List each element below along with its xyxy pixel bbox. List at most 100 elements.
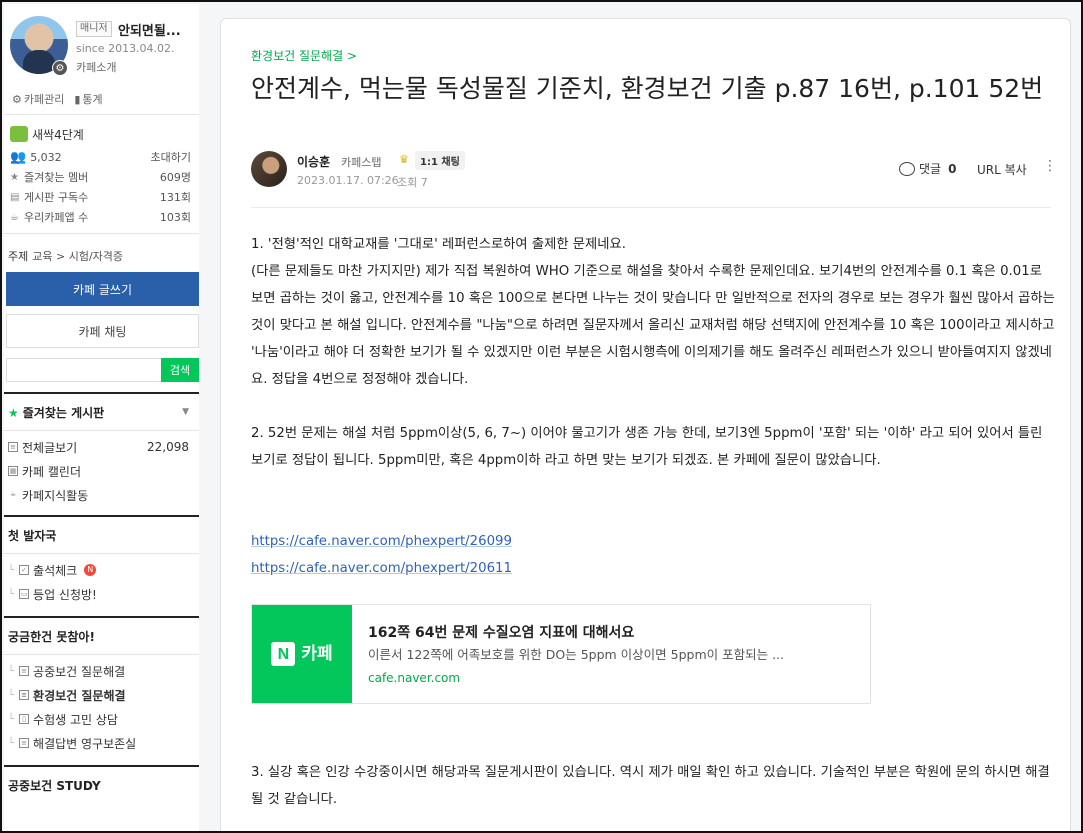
comment-button[interactable]: 댓글 0 xyxy=(899,160,956,177)
paragraph: 2. 52번 문제는 해설 처럼 5ppm이상(5, 6, 7~) 이어야 물고… xyxy=(251,426,1043,468)
one-to-one-chat-button[interactable]: 1:1 채팅 xyxy=(415,151,465,170)
board-breadcrumb[interactable]: 환경보건 질문해결 > xyxy=(251,47,357,64)
list-icon: ≡ xyxy=(19,666,30,676)
admin-row: ⚙ 카페관리 ▮ 통계 xyxy=(4,84,199,114)
chevron-down-icon[interactable]: ▼ xyxy=(182,407,189,417)
reference-link[interactable]: https://cafe.naver.com/phexpert/20611 xyxy=(251,561,512,576)
tree-line-icon: └ xyxy=(8,564,15,576)
cafe-search: 검색 xyxy=(6,358,199,382)
app-count-row: ☕ 우리카페앱 수 103회 xyxy=(10,207,191,227)
author-name[interactable]: 이승훈 xyxy=(297,153,330,170)
menu-label: 수험생 고민 상담 xyxy=(33,712,118,727)
topic-label: 주제 xyxy=(8,250,29,263)
cafe-name[interactable]: 안되면될... xyxy=(118,20,181,39)
menu-label: 카페 캘린더 xyxy=(22,464,82,479)
cafe-admin-label: 카페관리 xyxy=(23,93,65,106)
favorites-board-header[interactable]: ★ 즐겨찾는 게시판 ▼ xyxy=(4,394,199,430)
menu-label: 출석체크 xyxy=(33,563,78,578)
board-sub-label: 게시판 구독수 xyxy=(24,191,89,204)
section-curious: 궁금한건 못참아! xyxy=(4,618,199,654)
menu-label: 카페지식활동 xyxy=(22,488,89,503)
post-body: 1. '전형'적인 대학교재를 '그대로' 레퍼런스로하여 출제한 문제네요. … xyxy=(251,231,1056,813)
app-icon: ☕ xyxy=(10,211,19,223)
first-steps-list: └ ✓ 출석체크 N └ ▭ 등업 신청방! xyxy=(4,554,199,610)
section-first-steps: 첫 발자국 xyxy=(4,517,199,553)
comment-count: 0 xyxy=(948,161,957,176)
invite-link[interactable]: 초대하기 xyxy=(151,149,191,165)
star-icon: ★ xyxy=(10,171,19,183)
cafe-topic: 주제 교육 > 시험/자격증 xyxy=(4,234,199,272)
cafe-since-date: since 2013.04.02. xyxy=(76,42,175,55)
menu-item-levelup[interactable]: └ ▭ 등업 신청방! xyxy=(8,582,199,606)
settings-gear-icon[interactable]: ⚙ xyxy=(52,60,68,76)
author-grade: 카페스탭 xyxy=(341,156,382,169)
manager-badge: 매니저 xyxy=(76,21,112,37)
cafe-search-input[interactable] xyxy=(6,358,161,382)
menu-item-all-posts[interactable]: ≡ 전체글보기 22,098 xyxy=(8,435,199,459)
section-title: 공중보건 STUDY xyxy=(8,778,101,793)
calendar-icon: ▦ xyxy=(8,466,18,476)
link-preview-card[interactable]: N 카페 162쪽 64번 문제 수질오염 지표에 대해서요 이른서 122쪽에… xyxy=(251,604,871,704)
post-title: 안전계수, 먹는물 독성물질 기준치, 환경보건 기출 p.87 16번, p.… xyxy=(251,74,1044,103)
knowledge-icon: ☕ xyxy=(9,490,17,498)
tree-line-icon: └ xyxy=(8,737,15,749)
author-avatar[interactable] xyxy=(251,151,287,187)
app-count-value: 103회 xyxy=(159,211,191,224)
member-count[interactable]: 5,032 xyxy=(30,151,62,164)
list-icon: ≡ xyxy=(19,690,30,700)
cafe-search-button[interactable]: 검색 xyxy=(161,358,199,382)
url-copy-button[interactable]: URL 복사 xyxy=(977,161,1027,178)
section-title: 궁금한건 못참아! xyxy=(8,629,95,644)
cafe-write-button[interactable]: 카페 글쓰기 xyxy=(6,272,199,306)
menu-item-calendar[interactable]: ▦ 카페 캘린더 xyxy=(8,459,199,483)
cafe-stats: 새싹4단계 👥 5,032 초대하기 ★ 즐겨찾는 멤버 609명 ▤ 게시판 구독수… xyxy=(4,115,199,227)
favorites-title: 즐겨찾는 게시판 xyxy=(22,405,105,420)
tree-line-icon: └ xyxy=(8,689,15,701)
board-sub-value: 131회 xyxy=(159,191,191,204)
menu-item-env-health-qa[interactable]: └ ≡ 환경보건 질문해결 xyxy=(8,683,199,707)
cafe-admin-link[interactable]: ⚙ 카페관리 xyxy=(12,91,64,107)
cafe-chat-button[interactable]: 카페 채팅 xyxy=(6,314,199,348)
menu-label: 전체글보기 xyxy=(22,440,78,455)
fav-member-row: ★ 즐겨찾는 멤버 609명 xyxy=(10,167,191,187)
menu-item-student-counsel[interactable]: └ ▯ 수험생 고민 상담 xyxy=(8,707,199,731)
member-count-row: 👥 5,032 초대하기 xyxy=(10,147,191,167)
post-views: 조회 7 xyxy=(397,176,428,189)
comment-label: 댓글 xyxy=(919,162,942,176)
menu-item-knowledge[interactable]: ☕ 카페지식활동 xyxy=(8,483,199,507)
curious-list: └ ≡ 공중보건 질문해결 └ ≡ 환경보건 질문해결 └ ▯ 수험생 고민 상담 └ ≡ 해결… xyxy=(4,655,199,759)
members-icon: 👥 xyxy=(10,149,27,165)
topic-value[interactable]: 교육 > 시험/자격증 xyxy=(32,250,123,263)
card-title: 162쪽 64번 문제 수질오염 지표에 대해서요 xyxy=(368,625,635,641)
stats-link[interactable]: ▮ 통계 xyxy=(74,91,102,107)
post-container: 환경보건 질문해결 > 안전계수, 먹는물 독성물질 기준치, 환경보건 기출 … xyxy=(220,18,1071,831)
board-sub-row: ▤ 게시판 구독수 131회 xyxy=(10,187,191,207)
board-icon: ▭ xyxy=(19,589,30,599)
level-label: 새싹4단계 xyxy=(32,127,84,142)
paragraph: 1. '전형'적인 대학교재를 '그대로' 레퍼런스로하여 출제한 문제네요. xyxy=(251,237,626,252)
menu-item-attendance[interactable]: └ ✓ 출석체크 N xyxy=(8,558,199,582)
all-posts-count: 22,098 xyxy=(147,440,189,454)
card-url: cafe.naver.com xyxy=(368,671,461,685)
cafe-level[interactable]: 새싹4단계 xyxy=(10,121,191,147)
menu-label: 환경보건 질문해결 xyxy=(33,688,126,703)
cafe-intro-link[interactable]: 카페소개 xyxy=(76,59,116,75)
reference-link[interactable]: https://cafe.naver.com/phexpert/26099 xyxy=(251,534,512,549)
menu-label: 해결답변 영구보존실 xyxy=(33,736,137,751)
menu-label: 등업 신청방! xyxy=(33,587,97,602)
bar-chart-icon: ▮ xyxy=(74,92,81,106)
app-count-label: 우리카페앱 수 xyxy=(24,211,89,224)
menu-item-answer-archive[interactable]: └ ≡ 해결답변 영구보존실 xyxy=(8,731,199,755)
menu-item-public-health-qa[interactable]: └ ≡ 공중보건 질문해결 xyxy=(8,659,199,683)
list-icon: ≡ xyxy=(8,442,18,452)
doc-icon: ▯ xyxy=(19,714,30,724)
gear-icon: ⚙ xyxy=(12,92,22,106)
paragraph: (다른 문제들도 마찬 가지지만) 제가 직접 복원하여 WHO 기준으로 해설… xyxy=(251,264,1055,387)
post-date: 2023.01.17. 07:26 xyxy=(297,174,399,187)
tree-line-icon: └ xyxy=(8,665,15,677)
more-options-icon[interactable]: ⋮ xyxy=(1043,157,1057,175)
